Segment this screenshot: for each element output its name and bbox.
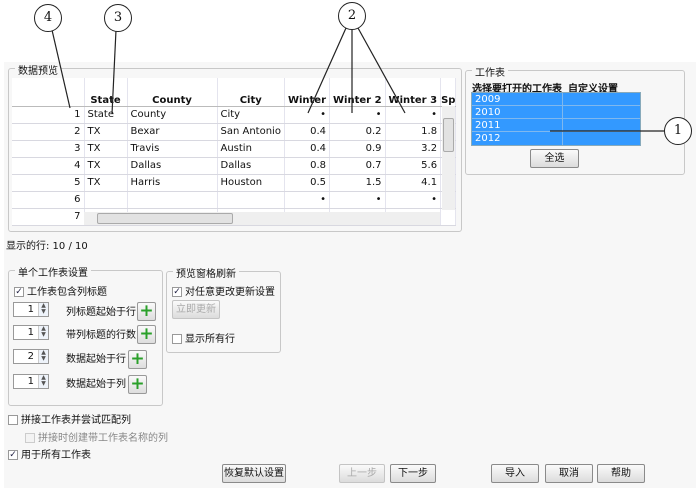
callout-4: 4 (34, 4, 62, 32)
callout-lines (51, 27, 664, 132)
callout-1: 1 (664, 117, 692, 145)
callout-2: 2 (338, 2, 366, 30)
callout-3: 3 (104, 4, 132, 32)
